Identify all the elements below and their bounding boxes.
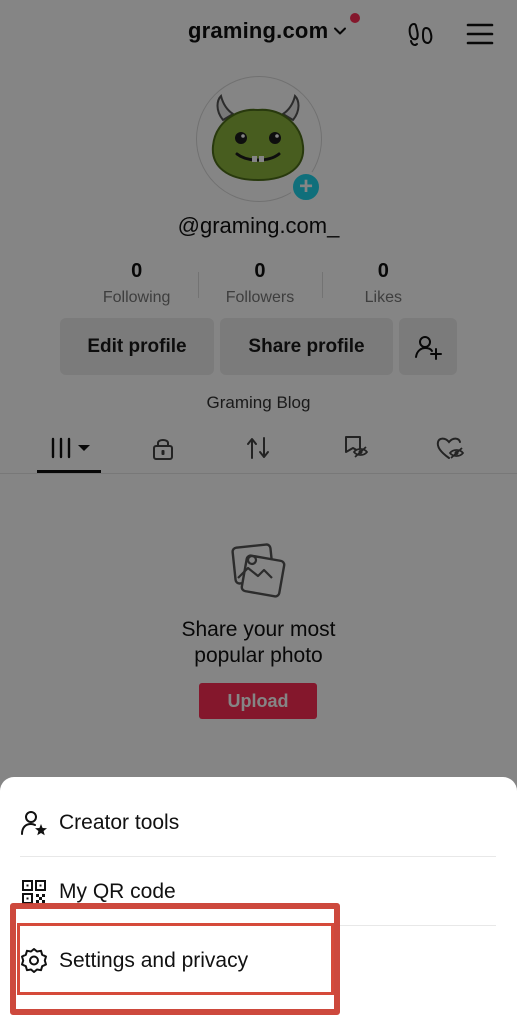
menu-item-creator-tools[interactable]: Creator tools — [0, 789, 517, 857]
menu-item-label: Creator tools — [59, 811, 180, 834]
highlight-annotation-inner — [17, 923, 334, 995]
qr-code-icon — [20, 878, 48, 906]
divider — [20, 856, 496, 857]
creator-tools-icon — [20, 809, 48, 837]
profile-page: graming.com + @graming.com_ 0 Following — [0, 0, 517, 1024]
menu-item-label: My QR code — [59, 880, 176, 903]
